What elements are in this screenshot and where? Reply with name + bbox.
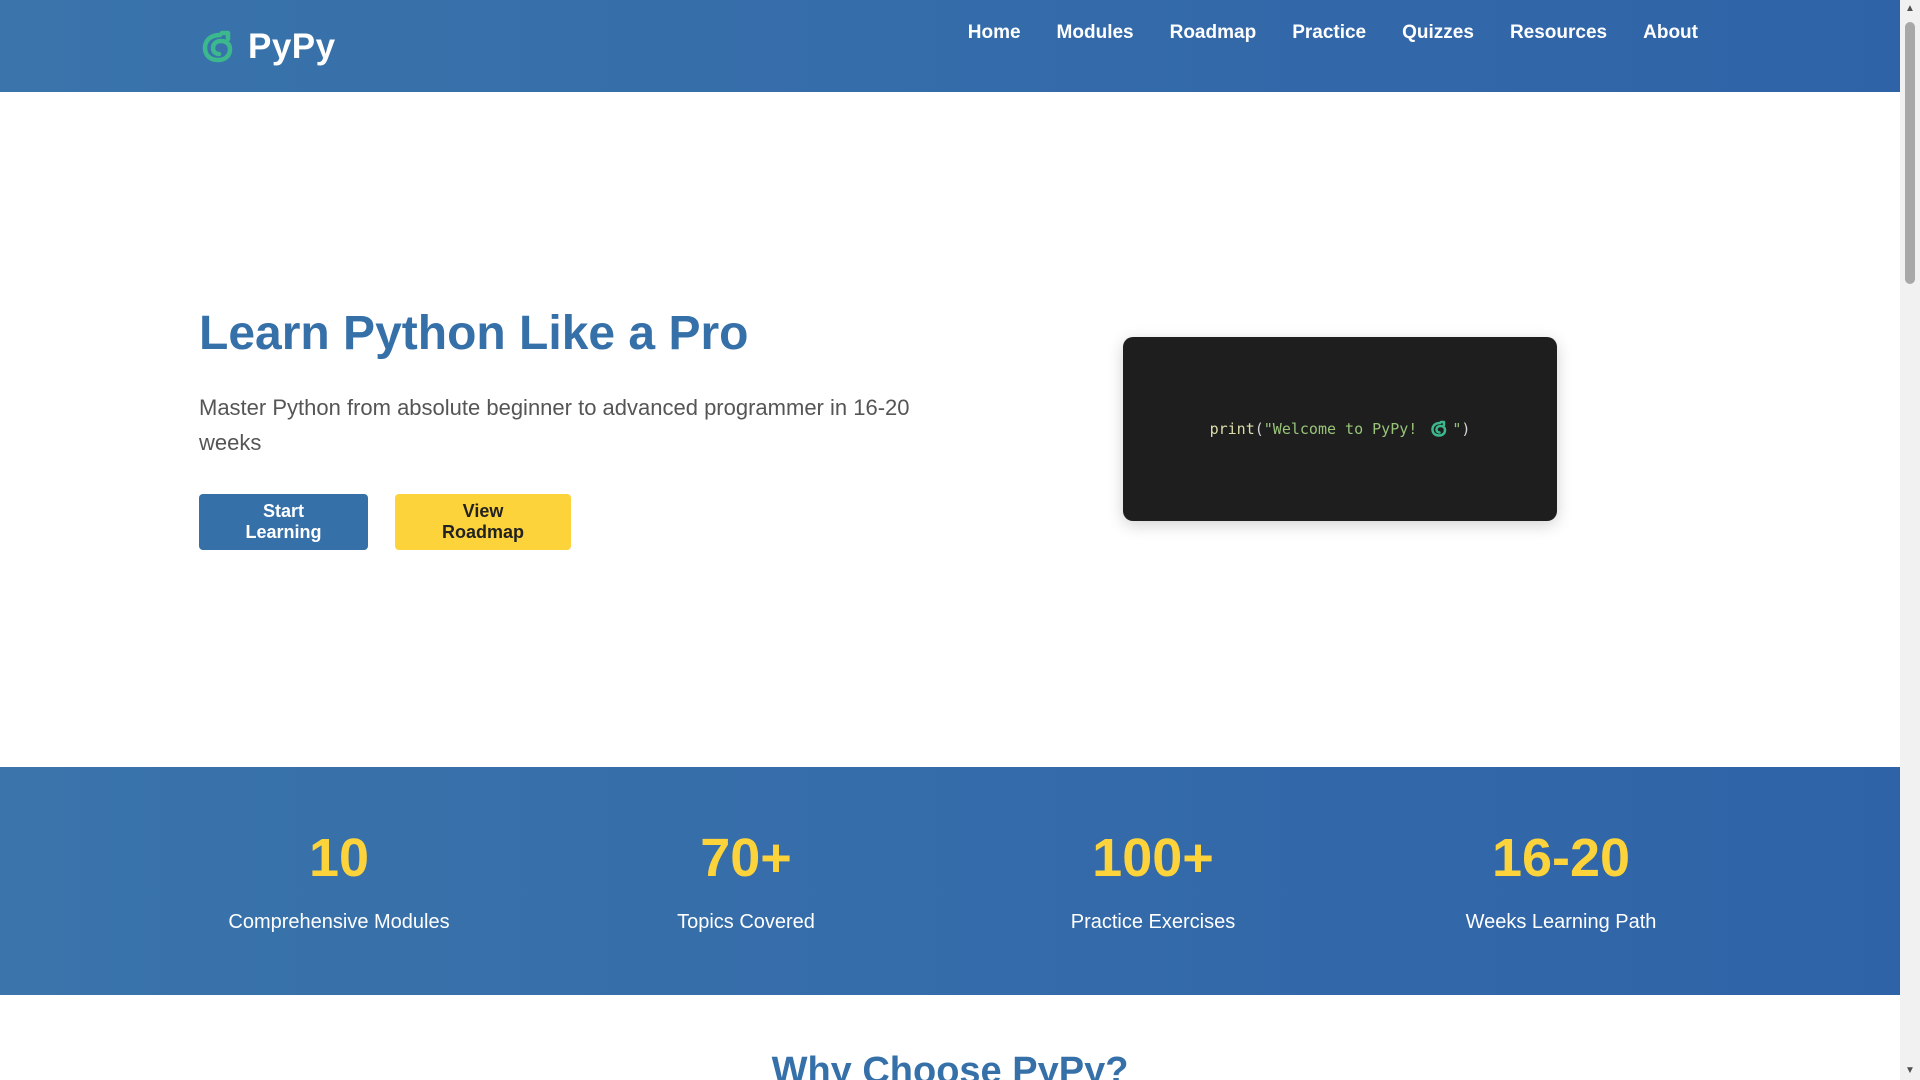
stat-label: Practice Exercises — [1070, 911, 1236, 933]
code-paren-close: ) — [1461, 420, 1471, 438]
brand-name: PyPy — [248, 27, 336, 66]
code-string: "Welcome to PyPy! — [1263, 420, 1427, 438]
brand-logo-link[interactable]: PyPy — [200, 27, 336, 67]
nav-home[interactable]: Home — [968, 18, 1021, 48]
stat-label: Weeks Learning Path — [1465, 911, 1657, 933]
python-snake-icon — [202, 30, 233, 63]
why-choose-heading: Why Choose PyPy? — [771, 1050, 1129, 1080]
code-function: print — [1209, 420, 1255, 438]
nav-practice[interactable]: Practice — [1292, 18, 1366, 48]
code-snippet-card: print ( "Welcome to PyPy! " ) — [1123, 337, 1557, 521]
stat-label: Comprehensive Modules — [228, 911, 450, 933]
code-string-end: " — [1452, 420, 1462, 438]
stat-value: 70+ — [700, 828, 792, 888]
hero-title: Learn Python Like a Pro — [199, 307, 749, 360]
page-scrollbar[interactable]: ▲ ▼ — [1900, 0, 1920, 1080]
code-line: print ( "Welcome to PyPy! " ) — [1210, 420, 1471, 438]
code-paren-open: ( — [1254, 420, 1264, 438]
start-learning-button[interactable]: Start Learning — [199, 494, 368, 550]
stat-value: 10 — [308, 828, 370, 888]
view-roadmap-button[interactable]: View Roadmap — [395, 494, 571, 550]
scroll-up-arrow-icon[interactable]: ▲ — [1900, 2, 1920, 16]
nav-modules[interactable]: Modules — [1057, 18, 1134, 48]
page: PyPy Home Modules Roadmap Practice Quizz… — [0, 0, 1920, 1080]
main-nav: Home Modules Roadmap Practice Quizzes Re… — [968, 18, 1698, 48]
nav-about[interactable]: About — [1643, 18, 1698, 48]
scroll-down-arrow-icon[interactable]: ▼ — [1900, 1064, 1920, 1078]
scroll-thumb[interactable] — [1905, 22, 1915, 284]
site-header: PyPy Home Modules Roadmap Practice Quizz… — [0, 0, 1900, 92]
stat-value: 16-20 — [1491, 828, 1631, 888]
stats-band: 10 Comprehensive Modules 70+ Topics Cove… — [0, 767, 1900, 995]
nav-quizzes[interactable]: Quizzes — [1402, 18, 1474, 48]
stat-label: Topics Covered — [677, 911, 815, 933]
hero-subtitle: Master Python from absolute beginner to … — [199, 395, 910, 455]
stat-value: 100+ — [1092, 828, 1214, 888]
nav-roadmap[interactable]: Roadmap — [1170, 18, 1257, 48]
nav-resources[interactable]: Resources — [1510, 18, 1607, 48]
python-snake-icon — [1431, 420, 1447, 437]
